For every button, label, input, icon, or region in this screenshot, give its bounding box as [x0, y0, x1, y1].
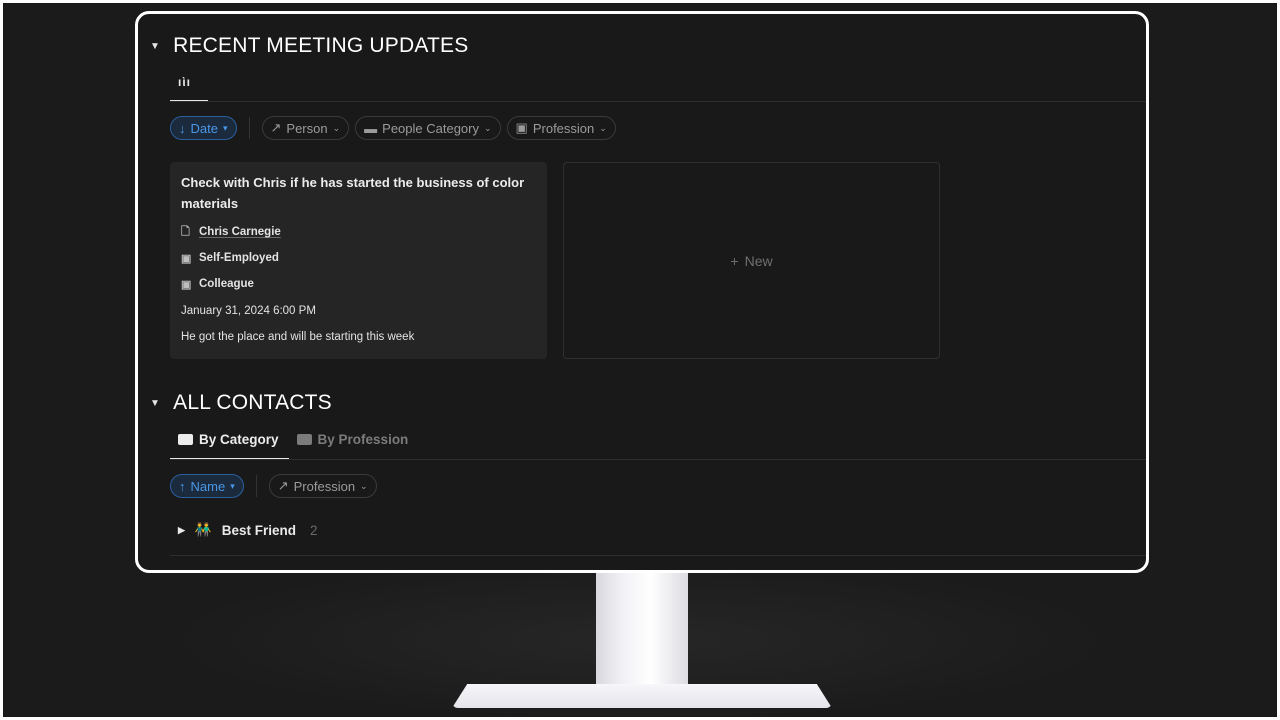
contacts-filter-bar: ↑ Name ▾ ↗ Profession ⌄: [170, 474, 377, 498]
chevron-down-icon: ▾: [222, 122, 228, 133]
profession-filter-pill[interactable]: ▣ Profession ⌄: [506, 116, 616, 140]
meeting-card-profession: ▣ Self-Employed: [181, 245, 536, 271]
contact-card-icon: [178, 434, 193, 445]
group-best-friend[interactable]: ▶ 👬 Best Friend 2: [178, 522, 318, 538]
collapse-triangle-icon[interactable]: ▼: [150, 41, 160, 52]
new-card-button[interactable]: + New: [563, 162, 940, 359]
tab-by-profession[interactable]: By Profession: [296, 432, 409, 447]
tab-by-category-label: By Category: [199, 432, 279, 447]
person-filter-label: Person: [286, 120, 328, 136]
meeting-card[interactable]: Check with Chris if he has started the b…: [170, 162, 547, 359]
briefcase-icon: ▣: [515, 120, 528, 135]
meeting-card-person[interactable]: 🗋 Chris Carnegie: [181, 219, 536, 245]
date-sort-label: Date: [190, 120, 218, 136]
meetings-section-header[interactable]: ▼ RECENT MEETING UPDATES: [150, 34, 468, 58]
profession-value: Self-Employed: [199, 252, 279, 264]
meetings-section-title: RECENT MEETING UPDATES: [173, 34, 469, 57]
filter-divider: [255, 475, 257, 497]
category-icon: ▬: [364, 120, 378, 136]
contacts-section-header[interactable]: ▼ ALL CONTACTS: [150, 391, 332, 415]
plus-icon: +: [730, 252, 739, 269]
arrow-up-icon: ↑: [179, 478, 186, 494]
group-divider: [170, 555, 1146, 556]
people-category-filter-pill[interactable]: ▬ People Category ⌄: [355, 116, 501, 140]
tab-by-profession-label: By Profession: [317, 432, 409, 447]
person-filter-pill[interactable]: ↗ Person ⌄: [261, 116, 350, 140]
profession-filter-label: Profession: [532, 120, 595, 136]
meeting-card-note: He got the place and will be starting th…: [181, 331, 415, 343]
contacts-view-tabs: By Category By Profession: [178, 432, 408, 447]
briefcase-icon: ▣: [181, 278, 192, 291]
contacts-profession-filter-label: Profession: [293, 478, 356, 494]
tab-by-category[interactable]: By Category: [178, 432, 279, 447]
chevron-down-icon: ▾: [230, 480, 235, 491]
meetings-filter-bar: ↓ Date ▾ ↗ Person ⌄ ▬ People Category ⌄ …: [170, 116, 616, 140]
contacts-section-title: ALL CONTACTS: [173, 391, 332, 414]
monitor-screen: ▼ RECENT MEETING UPDATES ıὶı ↓ Date ▾ ↗ …: [135, 11, 1149, 573]
monitor-stand-base: [452, 684, 832, 708]
people-icon: 👬: [194, 522, 212, 537]
chevron-down-icon: ⌄: [360, 480, 368, 491]
name-sort-label: Name: [190, 478, 226, 494]
meeting-card-date: January 31, 2024 6:00 PM: [181, 305, 316, 317]
meeting-card-title: Check with Chris if he has started the b…: [181, 175, 525, 211]
chevron-down-icon: ⌄: [332, 122, 341, 133]
meeting-card-category: ▣ Colleague: [181, 271, 536, 297]
person-link[interactable]: Chris Carnegie: [199, 226, 281, 238]
contacts-profession-filter-pill[interactable]: ↗ Profession ⌄: [268, 474, 377, 498]
group-count: 2: [310, 522, 318, 538]
category-value: Colleague: [199, 278, 254, 290]
collapse-triangle-icon[interactable]: ▼: [150, 398, 160, 409]
monitor-stand-neck: [596, 571, 688, 695]
group-label: Best Friend: [221, 522, 296, 538]
filter-divider: [248, 117, 250, 139]
chevron-down-icon: ⌄: [599, 122, 607, 133]
gallery-view-icon[interactable]: ıὶı: [178, 75, 191, 89]
date-sort-pill[interactable]: ↓ Date ▾: [170, 116, 237, 140]
chevron-down-icon: ⌄: [484, 122, 492, 133]
relation-arrow-icon: ↗: [270, 120, 282, 135]
people-category-filter-label: People Category: [382, 120, 479, 136]
expand-triangle-icon[interactable]: ▶: [178, 525, 185, 536]
page-icon: 🗋: [181, 225, 190, 238]
relation-arrow-icon: ↗: [277, 478, 289, 493]
contacts-tab-divider: [170, 459, 1146, 460]
briefcase-icon: ▣: [181, 252, 192, 265]
new-card-label: New: [744, 252, 773, 269]
meetings-tab-divider: [170, 101, 1146, 102]
arrow-down-icon: ↓: [179, 120, 186, 136]
name-sort-pill[interactable]: ↑ Name ▾: [170, 474, 244, 498]
contact-card-icon: [296, 434, 312, 445]
